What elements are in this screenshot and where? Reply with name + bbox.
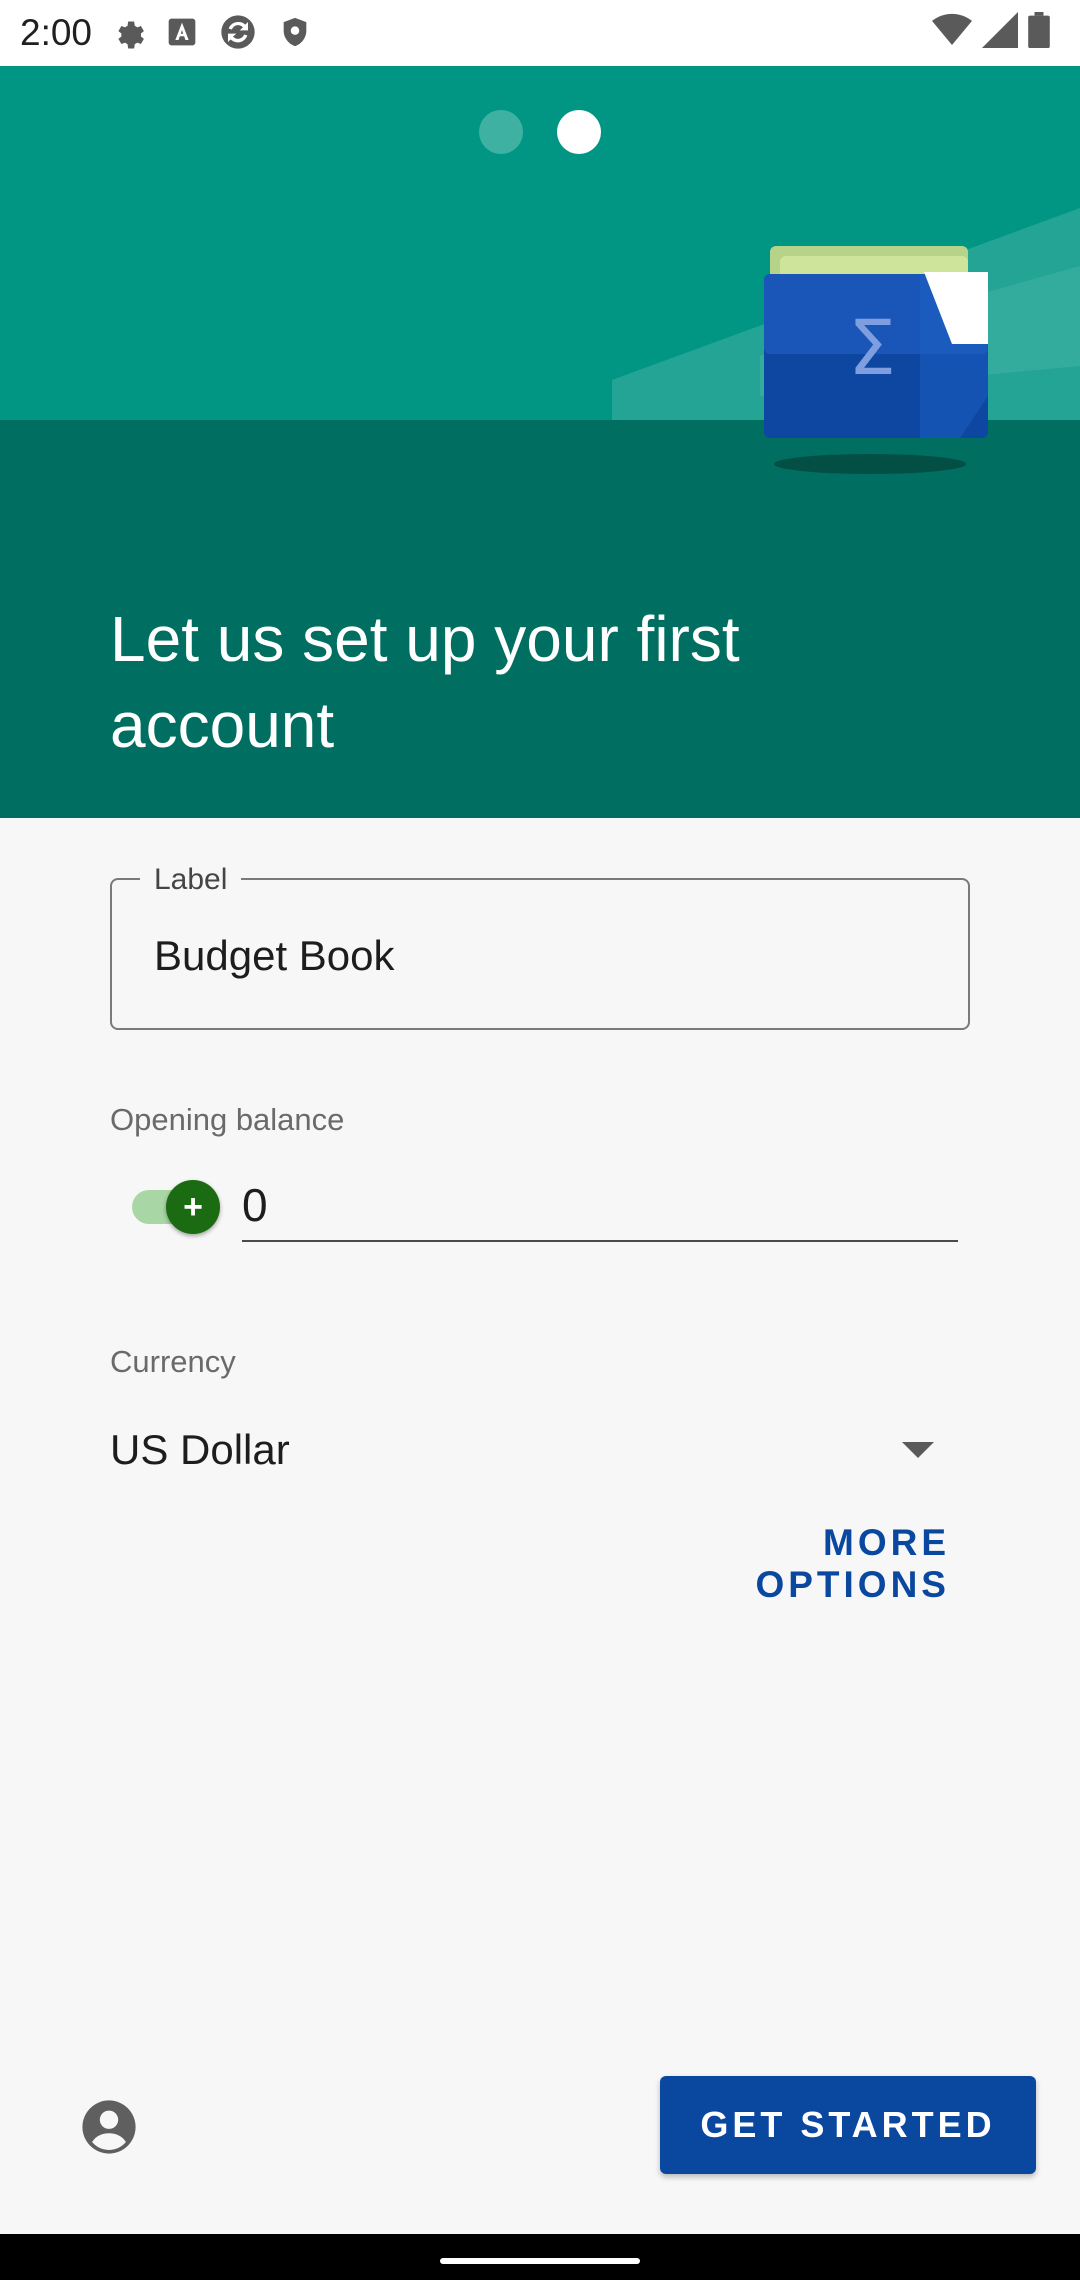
more-options-button[interactable]: MORE OPTIONS bbox=[620, 1522, 950, 1606]
balance-sign-toggle[interactable]: + bbox=[132, 1180, 220, 1234]
currency-label: Currency bbox=[110, 1344, 236, 1379]
opening-balance-label: Opening balance bbox=[110, 1102, 345, 1137]
opening-balance-value: 0 bbox=[242, 1179, 268, 1231]
label-input-value[interactable]: Budget Book bbox=[154, 932, 395, 980]
page-title: Let us set up your first account bbox=[110, 603, 740, 761]
page-indicator bbox=[0, 110, 1080, 154]
signal-icon bbox=[982, 12, 1018, 48]
battery-icon bbox=[1028, 12, 1050, 48]
font-a-icon bbox=[168, 18, 196, 46]
page-dot-2[interactable] bbox=[557, 110, 601, 154]
page-dot-1[interactable] bbox=[479, 110, 523, 154]
onboarding-header: Σ Let us set up your first account bbox=[0, 66, 1080, 818]
status-bar: 2:00 bbox=[0, 0, 1080, 66]
toggle-symbol: + bbox=[183, 1187, 203, 1226]
shield-icon bbox=[283, 17, 307, 47]
label-field-legend: Label bbox=[140, 863, 242, 897]
dropdown-arrow-icon bbox=[902, 1442, 934, 1458]
currency-value: US Dollar bbox=[110, 1426, 290, 1473]
opening-balance-input[interactable]: 0 bbox=[242, 1168, 958, 1242]
plus-icon: + bbox=[166, 1180, 220, 1234]
home-gesture-handle[interactable] bbox=[440, 2258, 640, 2264]
sync-icon bbox=[221, 15, 255, 49]
account-circle-icon[interactable] bbox=[80, 2098, 138, 2156]
get-started-button[interactable]: GET STARTED bbox=[660, 2076, 1036, 2174]
currency-select[interactable]: US Dollar bbox=[110, 1418, 940, 1480]
status-icons-left bbox=[110, 12, 312, 52]
svg-text:Σ: Σ bbox=[848, 303, 896, 392]
wifi-icon bbox=[932, 13, 972, 46]
navigation-bar bbox=[0, 2234, 1080, 2280]
status-icons-right bbox=[932, 12, 1050, 48]
status-time: 2:00 bbox=[20, 12, 93, 53]
settings-icon bbox=[118, 21, 144, 49]
